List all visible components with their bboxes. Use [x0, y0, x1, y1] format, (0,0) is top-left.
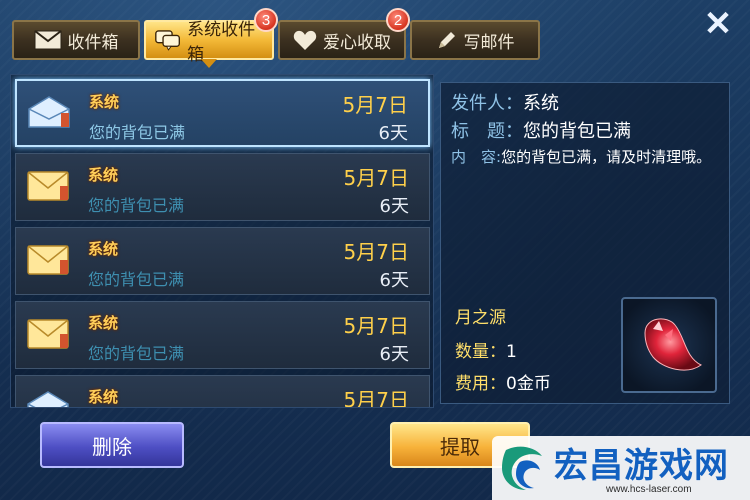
- close-icon: ✕: [703, 5, 733, 43]
- mail-detail-panel: 发件人：系统 标 题：您的背包已满 内 容:您的背包已满，请及时清理哦。 月之源…: [440, 82, 730, 404]
- mail-tabs: 收件箱 系统收件箱 3 爱心收取 2 写邮件: [12, 8, 540, 68]
- active-tab-pointer: [201, 59, 217, 68]
- watermark-name: 宏昌游戏网: [554, 446, 729, 486]
- delete-button[interactable]: 删除: [40, 422, 184, 468]
- mail-list-item[interactable]: 系统 您的背包已满 5月7日 6天: [15, 153, 430, 221]
- envelope-icon: [27, 171, 69, 201]
- attachment-slot[interactable]: [621, 297, 717, 393]
- envelope-icon: [33, 30, 62, 50]
- mail-summary: 您的背包已满: [88, 270, 185, 289]
- tab-system-inbox[interactable]: 系统收件箱 3: [144, 8, 278, 68]
- detail-content: 内 容:您的背包已满，请及时清理哦。: [451, 145, 721, 169]
- tab-write-mail[interactable]: 写邮件: [410, 20, 540, 60]
- tab-love-collect[interactable]: 爱心收取 2: [278, 8, 410, 60]
- envelope-icon: [27, 319, 69, 349]
- cost-label: 费用：: [455, 374, 506, 394]
- mail-list[interactable]: 系统 您的背包已满 5月7日 6天 系统 您的背包已满 5月7日 6天 系统 您…: [10, 74, 434, 408]
- mail-sender: 系统: [89, 93, 120, 111]
- quantity-label: 数量：: [455, 342, 506, 362]
- attachment-quantity: 数量：1: [455, 337, 517, 362]
- mail-expiry: 6天: [378, 123, 408, 144]
- chat-bubble-icon: [155, 30, 180, 51]
- sender-label: 发件人：: [451, 93, 523, 114]
- detail-sender-row: 发件人：系统: [451, 89, 559, 115]
- mail-list-item[interactable]: 系统 您的背包已满 5月7日 6天: [15, 301, 430, 369]
- mail-summary: 您的背包已满: [89, 123, 186, 142]
- pen-icon: [438, 32, 455, 48]
- content-label: 内 容:: [451, 148, 502, 166]
- mail-date: 5月7日: [343, 314, 409, 338]
- cost-value: 0金币: [506, 374, 551, 394]
- mail-summary: 您的背包已满: [88, 196, 185, 215]
- tab-label: 爱心收取: [323, 32, 391, 53]
- mail-sender: 系统: [88, 166, 119, 184]
- heart-icon: [293, 30, 317, 50]
- red-crystal-claw-icon: [644, 318, 702, 371]
- tab-inbox[interactable]: 收件箱: [12, 20, 140, 60]
- mail-sender: 系统: [88, 314, 119, 332]
- tab-label: 系统收件箱: [187, 20, 256, 65]
- mail-expiry: 6天: [379, 270, 409, 291]
- mail-date: 5月7日: [343, 388, 409, 408]
- content-value: 您的背包已满，请及时清理哦。: [501, 148, 712, 166]
- close-button[interactable]: ✕: [696, 5, 740, 43]
- tab-label: 写邮件: [463, 32, 515, 53]
- mail-list-item[interactable]: 系统 您的背包已满 5月7日 6天: [15, 227, 430, 295]
- mail-list-item[interactable]: 系统 5月7日: [15, 375, 430, 408]
- open-envelope-icon: [28, 96, 70, 128]
- mail-list-item[interactable]: 系统 您的背包已满 5月7日 6天: [15, 79, 430, 147]
- unread-badge: 2: [386, 8, 410, 32]
- mail-date: 5月7日: [343, 240, 409, 264]
- watermark-logo-icon: [502, 446, 542, 490]
- mail-expiry: 6天: [379, 344, 409, 365]
- tab-label: 收件箱: [67, 32, 119, 53]
- mail-sender: 系统: [88, 388, 119, 406]
- mail-sender: 系统: [88, 240, 119, 258]
- attachment-name: 月之源: [455, 308, 506, 328]
- subject-value: 您的背包已满: [523, 121, 631, 142]
- sender-value: 系统: [523, 93, 559, 114]
- mail-expiry: 6天: [379, 196, 409, 217]
- attachment-cost: 费用：0金币: [455, 369, 551, 394]
- open-envelope-icon: [27, 391, 69, 407]
- mail-date: 5月7日: [343, 166, 409, 190]
- mail-date: 5月7日: [342, 93, 408, 117]
- unread-badge: 3: [254, 8, 278, 32]
- envelope-icon: [27, 245, 69, 275]
- watermark-url: www.hcs-laser.com: [606, 484, 692, 495]
- quantity-value: 1: [506, 342, 517, 362]
- detail-subject-row: 标 题：您的背包已满: [451, 117, 631, 143]
- subject-label: 标 题：: [451, 121, 523, 142]
- site-watermark: 宏昌游戏网 www.hcs-laser.com: [492, 436, 750, 500]
- mail-summary: 您的背包已满: [88, 344, 185, 363]
